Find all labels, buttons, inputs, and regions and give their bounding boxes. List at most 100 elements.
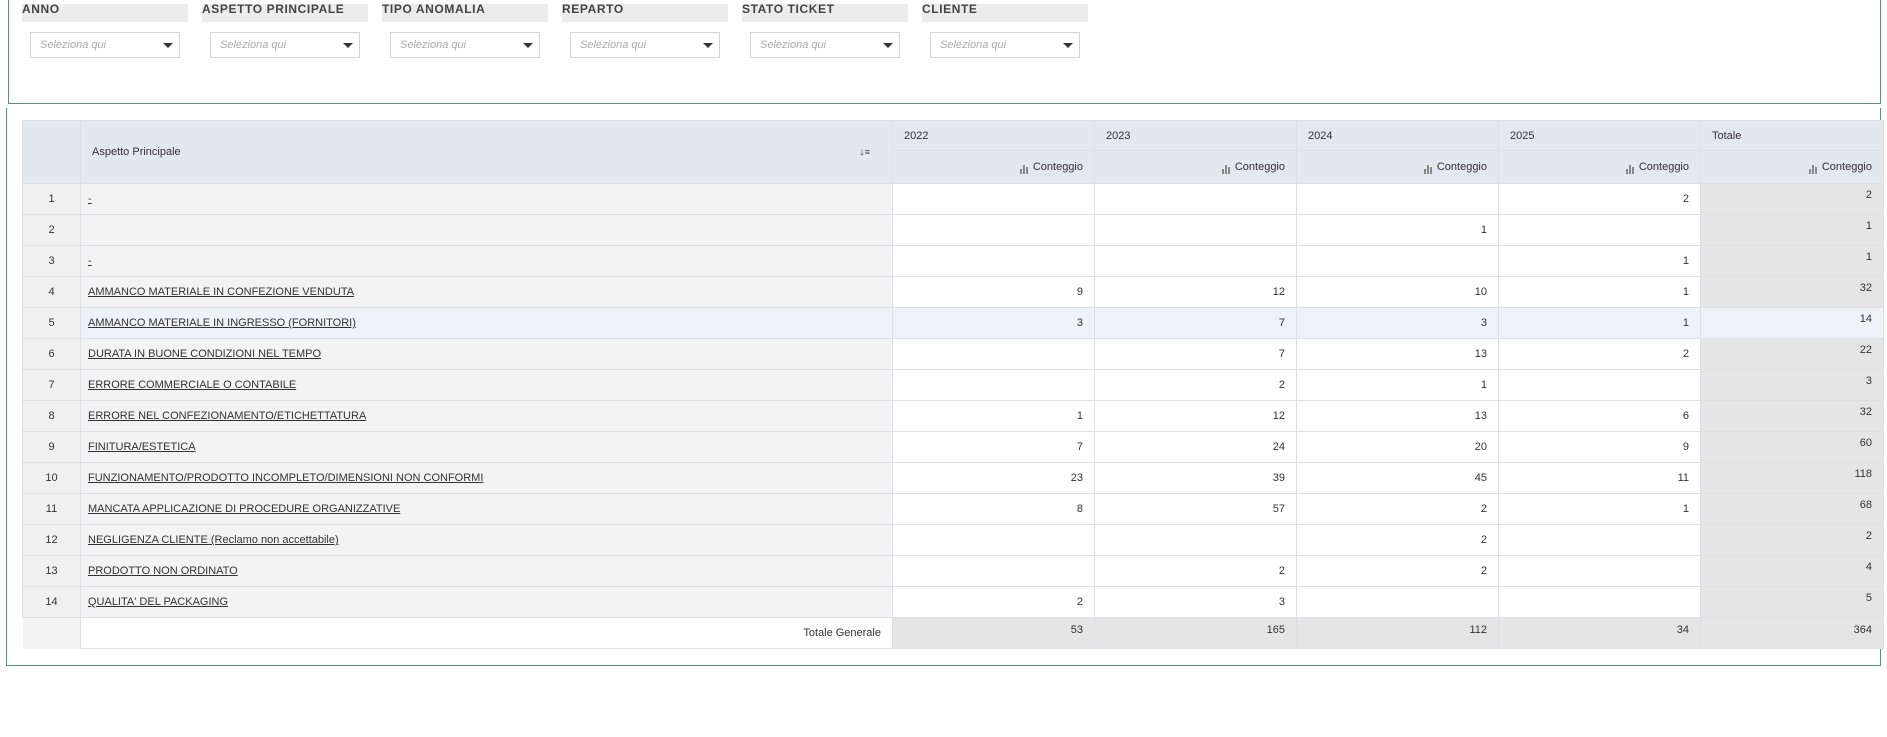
row-total-cell[interactable]: 3: [1700, 369, 1884, 401]
value-cell[interactable]: 2: [1296, 524, 1499, 556]
row-total-cell[interactable]: 68: [1700, 493, 1884, 525]
value-cell[interactable]: 45: [1296, 462, 1499, 494]
grand-total-cell[interactable]: 53: [892, 617, 1095, 649]
grand-total-cell[interactable]: 34: [1498, 617, 1701, 649]
table-row[interactable]: 8 ERRORE NEL CONFEZIONAMENTO/ETICHETTATUR…: [22, 400, 1884, 432]
row-total-cell[interactable]: 5: [1700, 586, 1884, 618]
value-cell[interactable]: [1498, 369, 1701, 401]
row-label[interactable]: DURATA IN BUONE CONDIZIONI NEL TEMPO: [80, 338, 893, 370]
table-row[interactable]: 6 DURATA IN BUONE CONDIZIONI NEL TEMPO 7 13…: [22, 338, 1884, 370]
sort-icon[interactable]: ↓≡: [859, 146, 870, 158]
value-cell[interactable]: 7: [892, 431, 1095, 463]
value-cell[interactable]: 1: [1296, 214, 1499, 246]
row-label-link[interactable]: ERRORE NEL CONFEZIONAMENTO/ETICHETTATURA: [88, 410, 366, 422]
column-header-2025[interactable]: 2025: [1498, 120, 1701, 151]
row-label-link[interactable]: -: [88, 255, 92, 267]
value-cell[interactable]: [1094, 524, 1297, 556]
value-cell[interactable]: 24: [1094, 431, 1297, 463]
value-cell[interactable]: [892, 524, 1095, 556]
row-label[interactable]: NEGLIGENZA CLIENTE (Reclamo non accettab…: [80, 524, 893, 556]
value-cell[interactable]: 8: [892, 493, 1095, 525]
table-row[interactable]: 10 FUNZIONAMENTO/PRODOTTO INCOMPLETO/DIME…: [22, 462, 1884, 494]
measure-header[interactable]: Conteggio: [892, 150, 1095, 184]
value-cell[interactable]: 11: [1498, 462, 1701, 494]
table-row[interactable]: 4 AMMANCO MATERIALE IN CONFEZIONE VENDUTA…: [22, 276, 1884, 308]
value-cell[interactable]: 2: [1498, 338, 1701, 370]
row-label[interactable]: MANCATA APPLICAZIONE DI PROCEDURE ORGANI…: [80, 493, 893, 525]
tipo-anomalia-select[interactable]: Seleziona qui: [390, 32, 540, 58]
stato-ticket-select[interactable]: Seleziona qui: [750, 32, 900, 58]
value-cell[interactable]: 9: [1498, 431, 1701, 463]
value-cell[interactable]: 1: [892, 400, 1095, 432]
measure-header[interactable]: Conteggio: [1296, 150, 1499, 184]
value-cell[interactable]: 10: [1296, 276, 1499, 308]
value-cell[interactable]: 1: [1498, 307, 1701, 339]
row-label[interactable]: AMMANCO MATERIALE IN CONFEZIONE VENDUTA: [80, 276, 893, 308]
measure-header[interactable]: Conteggio: [1498, 150, 1701, 184]
row-total-cell[interactable]: 2: [1700, 183, 1884, 215]
value-cell[interactable]: 23: [892, 462, 1095, 494]
row-label-link[interactable]: -: [88, 193, 92, 205]
row-total-cell[interactable]: 32: [1700, 276, 1884, 308]
value-cell[interactable]: 2: [1296, 555, 1499, 587]
row-label[interactable]: FINITURA/ESTETICA: [80, 431, 893, 463]
grand-total-cell[interactable]: 165: [1094, 617, 1297, 649]
row-total-cell[interactable]: 118: [1700, 462, 1884, 494]
table-row[interactable]: 13 PRODOTTO NON ORDINATO 2 2 4: [22, 555, 1884, 587]
value-cell[interactable]: [1498, 555, 1701, 587]
value-cell[interactable]: [892, 338, 1095, 370]
aspetto-principale-select[interactable]: Seleziona qui: [210, 32, 360, 58]
value-cell[interactable]: 3: [1296, 307, 1499, 339]
value-cell[interactable]: [1498, 214, 1701, 246]
row-label[interactable]: ERRORE NEL CONFEZIONAMENTO/ETICHETTATURA: [80, 400, 893, 432]
cliente-select[interactable]: Seleziona qui: [930, 32, 1080, 58]
value-cell[interactable]: 13: [1296, 400, 1499, 432]
measure-header[interactable]: Conteggio: [1094, 150, 1297, 184]
value-cell[interactable]: [892, 369, 1095, 401]
row-label-link[interactable]: FINITURA/ESTETICA: [88, 441, 196, 453]
value-cell[interactable]: 9: [892, 276, 1095, 308]
row-label-link[interactable]: MANCATA APPLICAZIONE DI PROCEDURE ORGANI…: [88, 503, 400, 515]
row-label[interactable]: -: [80, 183, 893, 215]
row-label[interactable]: AMMANCO MATERIALE IN INGRESSO (FORNITORI…: [80, 307, 893, 339]
value-cell[interactable]: 3: [1094, 586, 1297, 618]
value-cell[interactable]: 1: [1296, 369, 1499, 401]
column-header-totale[interactable]: Totale: [1700, 120, 1884, 151]
row-label-link[interactable]: NEGLIGENZA CLIENTE (Reclamo non accettab…: [88, 534, 339, 546]
column-header-2023[interactable]: 2023: [1094, 120, 1297, 151]
table-row[interactable]: 12 NEGLIGENZA CLIENTE (Reclamo non accett…: [22, 524, 1884, 556]
grand-total-cell[interactable]: 112: [1296, 617, 1499, 649]
measure-header[interactable]: Conteggio: [1700, 150, 1884, 184]
row-label-link[interactable]: FUNZIONAMENTO/PRODOTTO INCOMPLETO/DIMENS…: [88, 472, 483, 484]
value-cell[interactable]: 12: [1094, 276, 1297, 308]
value-cell[interactable]: [1094, 245, 1297, 277]
value-cell[interactable]: 1: [1498, 493, 1701, 525]
table-row[interactable]: 5 AMMANCO MATERIALE IN INGRESSO (FORNITOR…: [22, 307, 1884, 339]
row-label-link[interactable]: QUALITA' DEL PACKAGING: [88, 596, 228, 608]
value-cell[interactable]: [1498, 524, 1701, 556]
value-cell[interactable]: [1296, 183, 1499, 215]
value-cell[interactable]: 1: [1498, 276, 1701, 308]
value-cell[interactable]: 13: [1296, 338, 1499, 370]
row-label-link[interactable]: PRODOTTO NON ORDINATO: [88, 565, 238, 577]
value-cell[interactable]: [1094, 214, 1297, 246]
row-label[interactable]: -: [80, 245, 893, 277]
row-label[interactable]: ERRORE COMMERCIALE O CONTABILE: [80, 369, 893, 401]
row-header-aspetto-principale[interactable]: Aspetto Principale ↓≡: [80, 120, 893, 184]
row-total-cell[interactable]: 1: [1700, 245, 1884, 277]
value-cell[interactable]: [892, 214, 1095, 246]
value-cell[interactable]: 3: [892, 307, 1095, 339]
value-cell[interactable]: 12: [1094, 400, 1297, 432]
row-total-cell[interactable]: 60: [1700, 431, 1884, 463]
row-total-cell[interactable]: 32: [1700, 400, 1884, 432]
value-cell[interactable]: [1296, 586, 1499, 618]
table-row[interactable]: 7 ERRORE COMMERCIALE O CONTABILE 2 1 3: [22, 369, 1884, 401]
row-label[interactable]: FUNZIONAMENTO/PRODOTTO INCOMPLETO/DIMENS…: [80, 462, 893, 494]
row-label-link[interactable]: ERRORE COMMERCIALE O CONTABILE: [88, 379, 296, 391]
value-cell[interactable]: 7: [1094, 338, 1297, 370]
row-total-cell[interactable]: 22: [1700, 338, 1884, 370]
value-cell[interactable]: [892, 555, 1095, 587]
value-cell[interactable]: 20: [1296, 431, 1499, 463]
row-label[interactable]: PRODOTTO NON ORDINATO: [80, 555, 893, 587]
row-total-cell[interactable]: 2: [1700, 524, 1884, 556]
